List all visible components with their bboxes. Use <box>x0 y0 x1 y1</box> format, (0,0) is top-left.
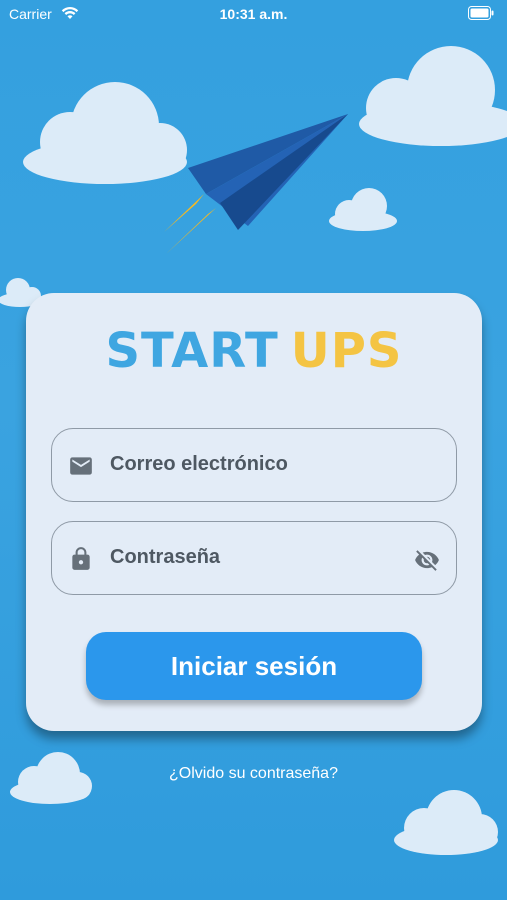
email-placeholder: Correo electrónico <box>110 453 288 475</box>
logo-start: START <box>105 323 279 379</box>
eye-off-icon[interactable] <box>414 547 440 578</box>
status-time: 10:31 a.m. <box>219 6 288 22</box>
cloud-decoration <box>394 790 498 855</box>
paper-plane-icon <box>164 114 348 254</box>
login-button[interactable]: Iniciar sesión <box>86 632 422 700</box>
status-bar: Carrier 10:31 a.m. <box>0 0 507 30</box>
email-field[interactable]: Correo electrónico <box>51 428 457 502</box>
lock-icon <box>68 546 94 577</box>
password-placeholder: Contraseña <box>110 546 221 568</box>
battery-icon <box>468 6 494 25</box>
forgot-password-link[interactable]: ¿Olvido su contraseña? <box>0 765 507 783</box>
app-logo: START UPS <box>26 323 482 379</box>
cloud-decoration <box>359 46 507 146</box>
logo-ups: UPS <box>290 323 403 379</box>
mail-icon <box>68 453 94 484</box>
password-field[interactable]: Contraseña <box>51 521 457 595</box>
login-card: START UPS Correo electrónico Contraseña I… <box>26 293 482 731</box>
